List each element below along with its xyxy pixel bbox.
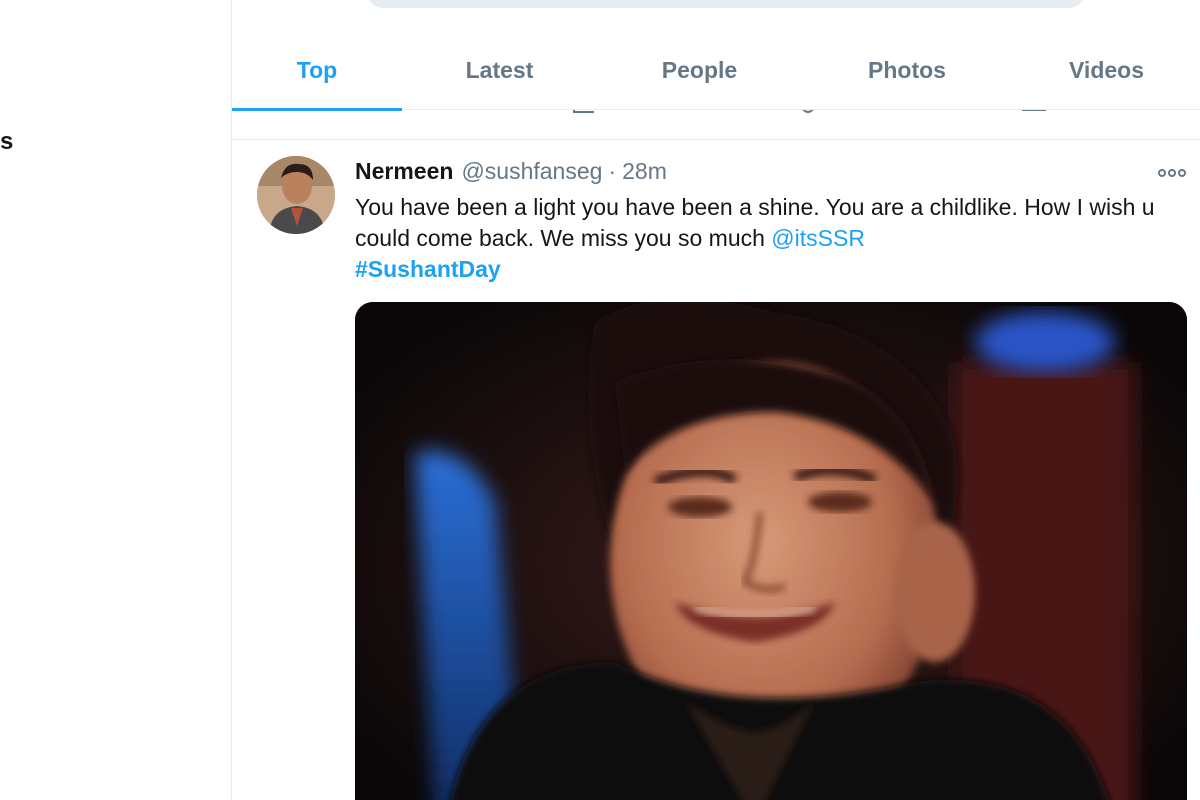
like-icon[interactable] [798,110,888,120]
hashtag-link[interactable]: #SushantDay [355,254,1185,285]
tweet-timestamp[interactable]: 28m [622,158,667,185]
tab-top-label: Top [296,56,338,83]
previous-tweet-actions [232,110,1200,140]
tab-latest[interactable]: Latest [402,30,597,110]
search-tabs: Top Latest People Photos Videos [232,30,1200,111]
main-column: Top Latest People Photos Videos Nermeen … [231,0,1200,800]
tab-people-label: People [661,56,738,83]
avatar[interactable] [257,156,335,234]
tab-videos-label: Videos [1069,56,1144,83]
mention-link[interactable]: @itsSSR [771,225,865,251]
tweet-body: You have been a light you have been a sh… [355,192,1185,285]
tab-photos-label: Photos [868,56,946,83]
twitter-search-page: s Top Latest People Photos Videos Nermee… [0,0,1200,800]
share-icon[interactable] [1020,110,1050,120]
tab-videos[interactable]: Videos [1012,30,1200,110]
author-handle[interactable]: @sushfanseg [461,158,602,185]
left-sidebar: s [0,0,231,800]
tab-top[interactable]: Top [232,30,402,111]
retweet-icon[interactable] [570,110,660,120]
author-name[interactable]: Nermeen [355,158,453,185]
tab-latest-label: Latest [465,56,534,83]
video-frame [355,302,1187,800]
sidebar-clipped-label[interactable]: s [0,128,14,156]
tweet-text: You have been a light you have been a sh… [355,194,1155,251]
tab-people[interactable]: People [597,30,802,110]
tab-photos[interactable]: Photos [802,30,1012,110]
tweet[interactable]: Nermeen @sushfanseg · 28m You have been … [232,140,1200,800]
reply-icon[interactable] [362,110,422,120]
search-input[interactable] [367,0,1085,8]
tweet-header: Nermeen @sushfanseg · 28m [355,158,667,188]
more-dots-icon[interactable] [1157,166,1187,180]
tweet-video[interactable] [355,302,1187,800]
separator-dot: · [608,158,617,184]
